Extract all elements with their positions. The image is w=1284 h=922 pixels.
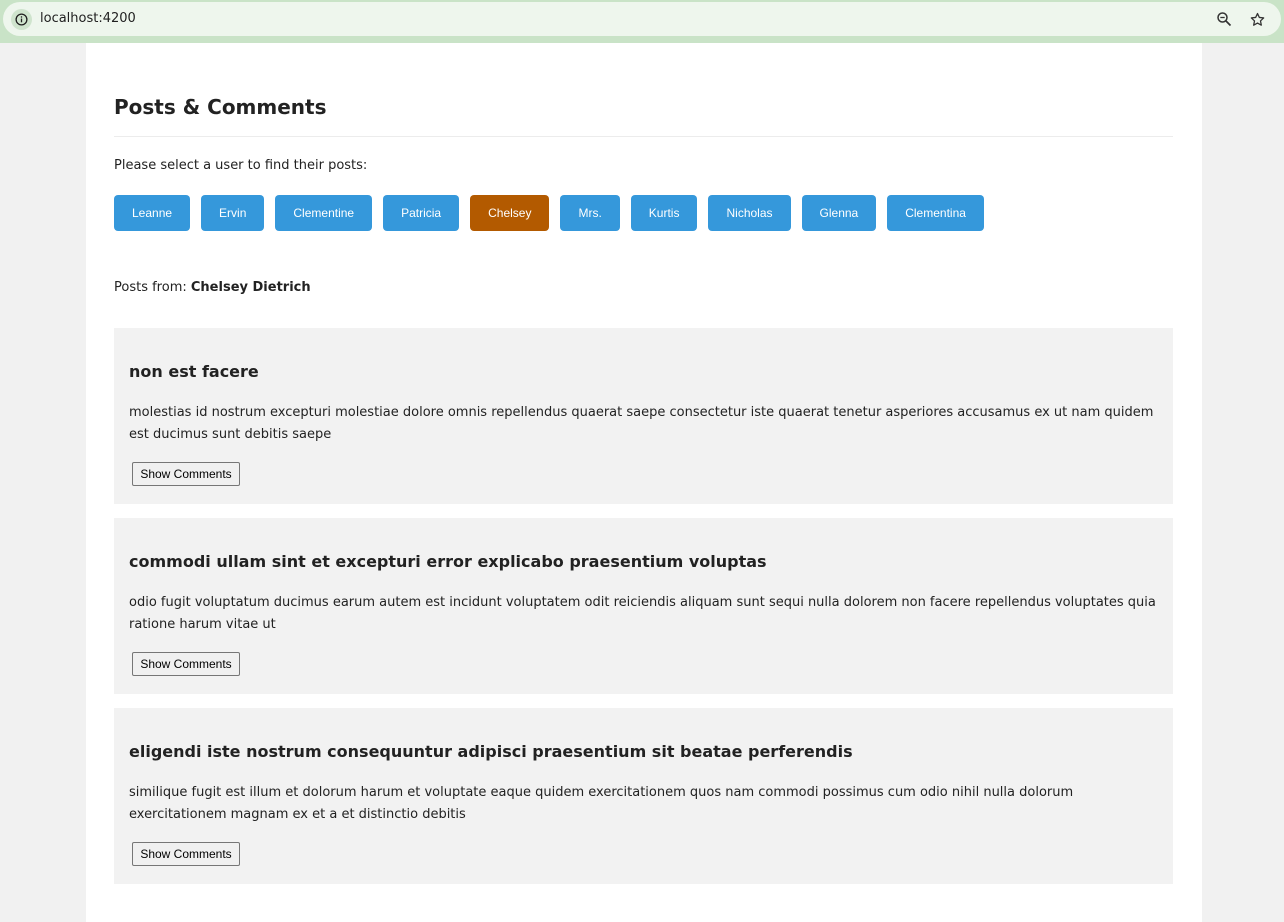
post-body: molestias id nostrum excepturi molestiae… [129,405,1154,442]
select-user-prompt: Please select a user to find their posts… [114,158,368,173]
bookmark-star-icon[interactable] [1247,9,1267,29]
browser-toolbar: localhost:4200 [0,0,1284,43]
user-button-ervin[interactable]: Ervin [201,195,265,231]
info-icon[interactable] [11,9,32,30]
post-title: eligendi iste nostrum consequuntur adipi… [129,742,853,761]
divider [114,136,1173,137]
posts-from-label: Posts from: [114,280,187,295]
show-comments-button[interactable]: Show Comments [132,652,240,676]
post-title: non est facere [129,362,259,381]
post-card: commodi ullam sint et excepturi error ex… [114,518,1173,694]
user-button-chelsey[interactable]: Chelsey [470,195,550,231]
user-button-kurtis[interactable]: Kurtis [630,195,698,231]
zoom-icon[interactable] [1214,9,1234,29]
selected-user-name: Chelsey Dietrich [190,280,311,295]
url-text[interactable]: localhost:4200 [40,11,136,26]
post-card: eligendi iste nostrum consequuntur adipi… [114,708,1173,884]
post-title: commodi ullam sint et excepturi error ex… [129,552,767,571]
show-comments-button[interactable]: Show Comments [132,842,240,866]
user-button-glenna[interactable]: Glenna [801,195,877,231]
user-button-leanne[interactable]: Leanne [114,195,191,231]
user-button-clementina[interactable]: Clementina [887,195,984,231]
user-buttons: Leanne Ervin Clementine Patricia Chelsey… [114,195,984,231]
page-container: Posts & Comments Please select a user to… [86,43,1202,922]
user-button-clementine[interactable]: Clementine [275,195,373,231]
posts-from-line: Posts from: Chelsey Dietrich [114,280,311,295]
post-card: non est facere molestias id nostrum exce… [114,328,1173,504]
post-body: similique fugit est illum et dolorum har… [129,785,1074,822]
show-comments-button[interactable]: Show Comments [132,462,240,486]
user-button-mrs[interactable]: Mrs. [560,195,620,231]
page-title: Posts & Comments [114,95,327,119]
user-button-nicholas[interactable]: Nicholas [708,195,791,231]
post-body: odio fugit voluptatum ducimus earum aute… [129,595,1156,632]
address-bar[interactable]: localhost:4200 [3,2,1281,36]
user-button-patricia[interactable]: Patricia [383,195,460,231]
